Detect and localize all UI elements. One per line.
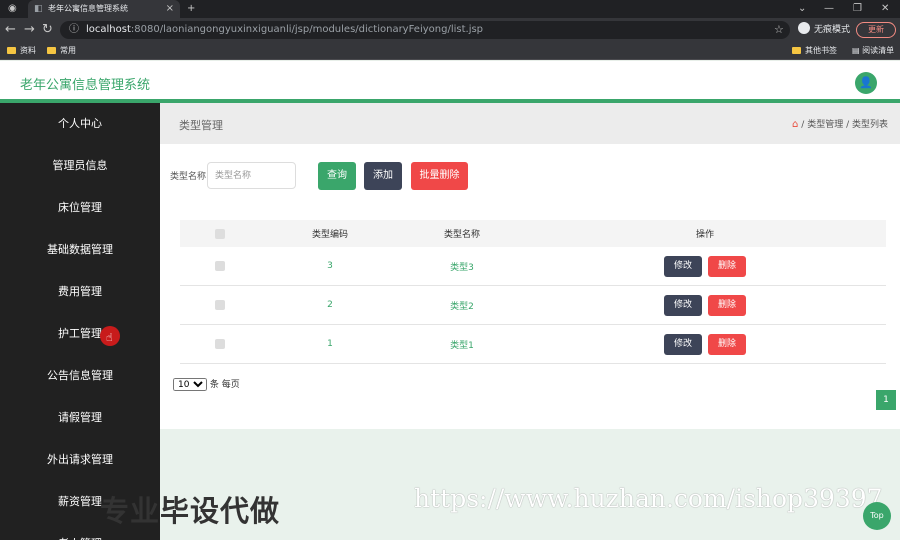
browser-menu-icon[interactable]: ◉ <box>8 0 17 18</box>
edit-button[interactable]: 修改 <box>664 294 702 316</box>
type-code: 1 <box>327 339 333 349</box>
watermark-text: 专业毕设代做 <box>100 494 281 528</box>
sidebar-item-bed[interactable]: 床位管理 <box>0 187 160 229</box>
sidebar-item-personal-center[interactable]: 个人中心 <box>0 103 160 145</box>
app-header: 老年公寓信息管理系统 👤 <box>0 61 900 103</box>
tab-close-icon[interactable]: × <box>166 0 174 18</box>
delete-button[interactable]: 删除 <box>708 333 746 355</box>
sidebar: 个人中心 管理员信息 床位管理 基础数据管理 费用管理 护工管理 公告信息管理 … <box>0 103 160 540</box>
delete-button[interactable]: 删除 <box>708 255 746 277</box>
main-content: 类型管理 ⌂ / 类型管理 / 类型列表 类型名称 查询 添加 批量删除 类型编… <box>160 103 900 540</box>
row-checkbox[interactable] <box>215 300 225 310</box>
row-checkbox[interactable] <box>215 339 225 349</box>
window-close-icon[interactable]: ✕ <box>881 0 889 18</box>
edit-button[interactable]: 修改 <box>664 333 702 355</box>
column-header: 类型编码 <box>311 230 348 240</box>
minimize-icon[interactable]: — <box>824 0 834 18</box>
sidebar-item-basic-data[interactable]: 基础数据管理 <box>0 229 160 271</box>
list-panel: 类型名称 查询 添加 批量删除 类型编码 类型名称 操作 3 类型3 修改 删除 <box>160 144 900 429</box>
folder-icon <box>792 47 801 54</box>
page-size-control: 10 条 每页 <box>173 377 240 391</box>
table-row: 1 类型1 修改 删除 <box>180 325 886 364</box>
bookmark-star-icon[interactable]: ☆ <box>774 21 784 39</box>
home-icon[interactable]: ⌂ <box>792 119 798 130</box>
table-row: 3 类型3 修改 删除 <box>180 247 886 286</box>
bookmarks-bar: 资料 常用 其他书签 ▤ 阅读清单 <box>0 42 900 60</box>
app-title: 老年公寓信息管理系统 <box>20 78 151 93</box>
sidebar-item-outing[interactable]: 外出请求管理 <box>0 439 160 481</box>
restore-icon[interactable]: ❐ <box>853 0 862 18</box>
row-checkbox[interactable] <box>215 261 225 271</box>
type-code: 2 <box>327 300 333 310</box>
reading-list[interactable]: ▤ 阅读清单 <box>852 42 894 60</box>
other-bookmarks[interactable]: 其他书签 <box>792 42 837 60</box>
sidebar-item-leave[interactable]: 请假管理 <box>0 397 160 439</box>
breadcrumb-item[interactable]: 类型管理 <box>807 120 843 130</box>
forward-icon[interactable]: → <box>24 22 35 38</box>
new-tab-icon[interactable]: + <box>187 0 195 18</box>
batch-delete-button[interactable]: 批量删除 <box>411 162 468 190</box>
browser-tab[interactable]: ◧ 老年公寓信息管理系统 × <box>28 0 180 18</box>
table-row: 2 类型2 修改 删除 <box>180 286 886 325</box>
tab-title: 老年公寓信息管理系统 <box>48 4 128 13</box>
sidebar-item-notice[interactable]: 公告信息管理 <box>0 355 160 397</box>
add-button[interactable]: 添加 <box>364 162 402 190</box>
hand-cursor-icon: ☝ <box>106 331 113 344</box>
column-header: 类型名称 <box>443 230 480 240</box>
tab-search-icon[interactable]: ⌄ <box>798 0 806 18</box>
page-number-button[interactable]: 1 <box>876 390 896 410</box>
search-label: 类型名称 <box>170 172 207 182</box>
search-input[interactable] <box>207 162 296 189</box>
select-all-checkbox[interactable] <box>215 228 225 239</box>
breadcrumb: ⌂ / 类型管理 / 类型列表 <box>792 119 888 130</box>
page-header: 类型管理 ⌂ / 类型管理 / 类型列表 <box>160 103 900 144</box>
type-name: 类型1 <box>450 340 474 351</box>
data-table: 类型编码 类型名称 操作 3 类型3 修改 删除 2 类型2 修改 删除 1 类… <box>180 220 886 364</box>
column-header: 操作 <box>695 230 714 240</box>
back-icon[interactable]: ← <box>5 22 16 38</box>
bookmark-folder[interactable]: 常用 <box>47 42 76 60</box>
page-title: 类型管理 <box>179 119 223 132</box>
url-input[interactable]: localhost:8080/laoniangongyuxinxiguanli/… <box>60 21 790 39</box>
sidebar-item-admin-info[interactable]: 管理员信息 <box>0 145 160 187</box>
sidebar-item-caregiver[interactable]: 护工管理 <box>0 313 160 355</box>
type-code: 3 <box>327 261 333 271</box>
watermark-url: https://www.huzhan.com/ishop39397 <box>414 484 883 513</box>
folder-icon <box>47 47 56 54</box>
update-button[interactable]: 更新 <box>856 22 896 38</box>
back-to-top-button[interactable]: Top <box>863 502 891 530</box>
table-header: 类型编码 类型名称 操作 <box>180 220 886 247</box>
breadcrumb-item: 类型列表 <box>851 120 888 130</box>
page-size-select[interactable]: 10 <box>173 378 207 391</box>
edit-button[interactable]: 修改 <box>664 255 702 277</box>
folder-icon <box>7 47 16 54</box>
page-size-label: 条 每页 <box>209 380 240 390</box>
incognito-icon <box>798 22 810 34</box>
delete-button[interactable]: 删除 <box>708 294 746 316</box>
query-button[interactable]: 查询 <box>318 162 356 190</box>
address-bar: ← → ↻ localhost:8080/laoniangongyuxinxig… <box>0 18 900 42</box>
type-name: 类型3 <box>450 262 474 273</box>
incognito-indicator[interactable]: 无痕模式 <box>798 21 850 39</box>
sidebar-item-fee[interactable]: 费用管理 <box>0 271 160 313</box>
bookmark-folder[interactable]: 资料 <box>7 42 36 60</box>
site-info-icon[interactable]: ⓘ <box>69 21 79 39</box>
reading-list-icon: ▤ <box>852 46 863 55</box>
user-icon[interactable]: 👤 <box>855 72 877 94</box>
browser-tabbar: ◉ ◧ 老年公寓信息管理系统 × + ⌄ — ❐ ✕ <box>0 0 900 18</box>
page-favicon-icon: ◧ <box>34 4 43 14</box>
reload-icon[interactable]: ↻ <box>42 22 53 38</box>
type-name: 类型2 <box>450 301 474 312</box>
